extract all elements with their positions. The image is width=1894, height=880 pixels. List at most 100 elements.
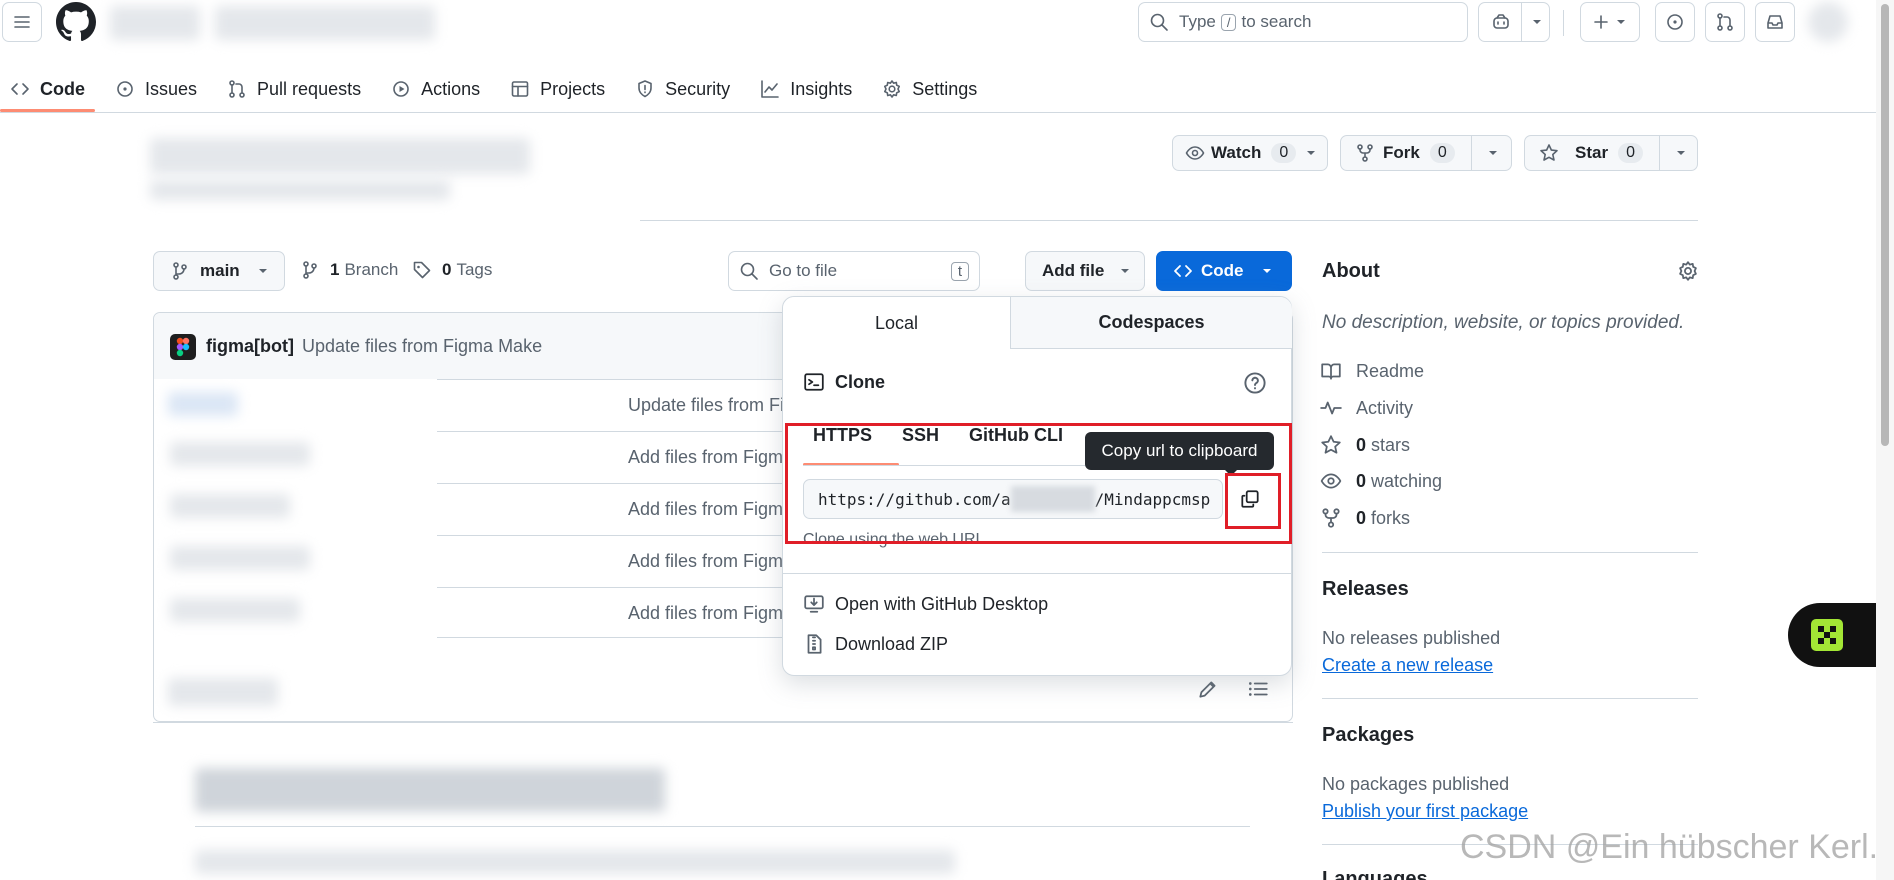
about-settings-button[interactable] (1677, 260, 1699, 282)
tab-pull-requests[interactable]: Pull requests (227, 66, 361, 112)
open-desktop-item[interactable]: Open with GitHub Desktop (803, 593, 1048, 615)
pull-request-icon (1717, 13, 1733, 31)
code-icon (1174, 265, 1192, 277)
readme-divider (153, 722, 1293, 723)
assistant-logo-icon (1811, 619, 1843, 651)
commit-message[interactable]: Update files from Figma Make (302, 336, 542, 357)
chevron-down-icon (1262, 269, 1271, 273)
add-file-button[interactable]: Add file (1025, 251, 1145, 291)
tags-link[interactable]: 0 Tags (412, 260, 492, 280)
create-release-link[interactable]: Create a new release (1322, 655, 1493, 676)
pencil-icon (1199, 681, 1216, 698)
readme-heading-divider (195, 826, 1250, 827)
edit-readme-button[interactable] (1197, 678, 1219, 700)
floating-assistant-button[interactable] (1788, 603, 1884, 667)
goto-shortcut-key: t (950, 261, 969, 281)
search-input[interactable]: Type / to search (1138, 2, 1468, 42)
file-commit-message[interactable]: Add files from Figm (628, 551, 783, 572)
file-commit-message[interactable]: Add files from Figm (628, 603, 783, 624)
issues-button[interactable] (1655, 2, 1695, 42)
watching-link[interactable]: 0 watching (1320, 470, 1442, 492)
menu-button[interactable] (2, 2, 42, 42)
branches-link[interactable]: 1 Branch (300, 260, 398, 280)
about-title: About (1322, 260, 1380, 282)
activity-link[interactable]: Activity (1320, 397, 1413, 419)
code-button-label: Code (1201, 261, 1244, 280)
copilot-button[interactable] (1478, 2, 1550, 42)
hamburger-icon (14, 16, 30, 28)
clone-heading: Clone (803, 371, 885, 393)
chevron-down-icon (1307, 151, 1316, 155)
tab-projects[interactable]: Projects (510, 66, 605, 112)
packages-title[interactable]: Packages (1322, 724, 1414, 747)
download-zip-label: Download ZIP (835, 633, 949, 654)
watch-count: 0 (1271, 143, 1297, 163)
clone-help-button[interactable] (1243, 371, 1267, 395)
code-button[interactable]: Code (1156, 251, 1292, 291)
file-zip-icon (807, 634, 822, 654)
sidebar-divider (1322, 552, 1698, 553)
file-commit-message[interactable]: Update files from Fi (628, 395, 784, 416)
tab-label: Codespaces (1098, 312, 1205, 332)
pulse-icon (1320, 401, 1342, 415)
highlight-copy-button (1225, 473, 1281, 529)
goto-file-input[interactable]: Go to file t (728, 251, 980, 291)
branch-selector[interactable]: main (153, 251, 285, 291)
goto-placeholder: Go to file (769, 261, 838, 280)
readme-link[interactable]: Readme (1320, 360, 1424, 382)
popup-tab-codespaces[interactable]: Codespaces (1011, 297, 1292, 349)
github-mark-icon (56, 2, 96, 42)
tab-insights[interactable]: Insights (760, 66, 852, 112)
link-label: Readme (1356, 360, 1425, 381)
commit-author[interactable]: figma[bot] (206, 336, 294, 357)
chevron-down-icon (1533, 20, 1541, 24)
create-new-button[interactable] (1580, 2, 1640, 42)
link-label: Activity (1356, 397, 1414, 418)
shield-icon (638, 80, 652, 98)
tag-icon (413, 261, 431, 279)
forks-link[interactable]: 0 forks (1320, 507, 1410, 529)
stars-link[interactable]: 0 stars (1320, 434, 1410, 456)
watch-button[interactable]: Watch 0 (1172, 135, 1328, 171)
fork-button[interactable]: Fork 0 (1340, 135, 1512, 171)
book-icon (1321, 363, 1341, 380)
inbox-button[interactable] (1755, 2, 1795, 42)
tab-label: Security (665, 78, 731, 99)
tab-security[interactable]: Security (635, 66, 730, 112)
link-count: 0 (1356, 507, 1367, 528)
star-button[interactable]: Star 0 (1524, 135, 1698, 171)
figma-logo-icon (176, 337, 190, 357)
tab-label: Insights (790, 78, 853, 99)
file-name-redacted (168, 392, 238, 416)
tab-actions[interactable]: Actions (391, 66, 480, 112)
releases-title[interactable]: Releases (1322, 578, 1409, 601)
chevron-down-icon (1488, 151, 1497, 155)
scrollbar-thumb[interactable] (1881, 4, 1889, 446)
publish-package-link[interactable]: Publish your first package (1322, 801, 1528, 822)
github-logo[interactable] (56, 2, 96, 42)
tab-label: Local (874, 312, 919, 333)
chevron-down-icon (1121, 269, 1130, 273)
tab-code[interactable]: Code (0, 66, 95, 112)
download-zip-item[interactable]: Download ZIP (803, 633, 948, 655)
search-icon (740, 262, 758, 280)
question-icon (1244, 372, 1266, 394)
search-placeholder-pre: Type (1179, 12, 1216, 31)
file-name-redacted (170, 442, 310, 466)
tab-label: Pull requests (257, 78, 362, 99)
scrollbar-track[interactable] (1876, 0, 1894, 880)
readme-heading-redacted (195, 768, 665, 812)
file-commit-message[interactable]: Add files from Figm (628, 447, 783, 468)
releases-empty: No releases published (1322, 628, 1501, 648)
figma-avatar[interactable] (170, 334, 196, 360)
outline-button[interactable] (1247, 678, 1269, 700)
tab-settings[interactable]: Settings (882, 66, 977, 112)
tab-issues[interactable]: Issues (115, 66, 197, 112)
chevron-down-icon (1617, 20, 1625, 24)
link-label: stars (1371, 434, 1411, 455)
popup-tab-local[interactable]: Local (783, 297, 1011, 349)
avatar[interactable] (1808, 2, 1848, 42)
pull-requests-button[interactable] (1705, 2, 1745, 42)
eye-icon (1320, 473, 1342, 489)
file-commit-message[interactable]: Add files from Figm (628, 499, 783, 520)
